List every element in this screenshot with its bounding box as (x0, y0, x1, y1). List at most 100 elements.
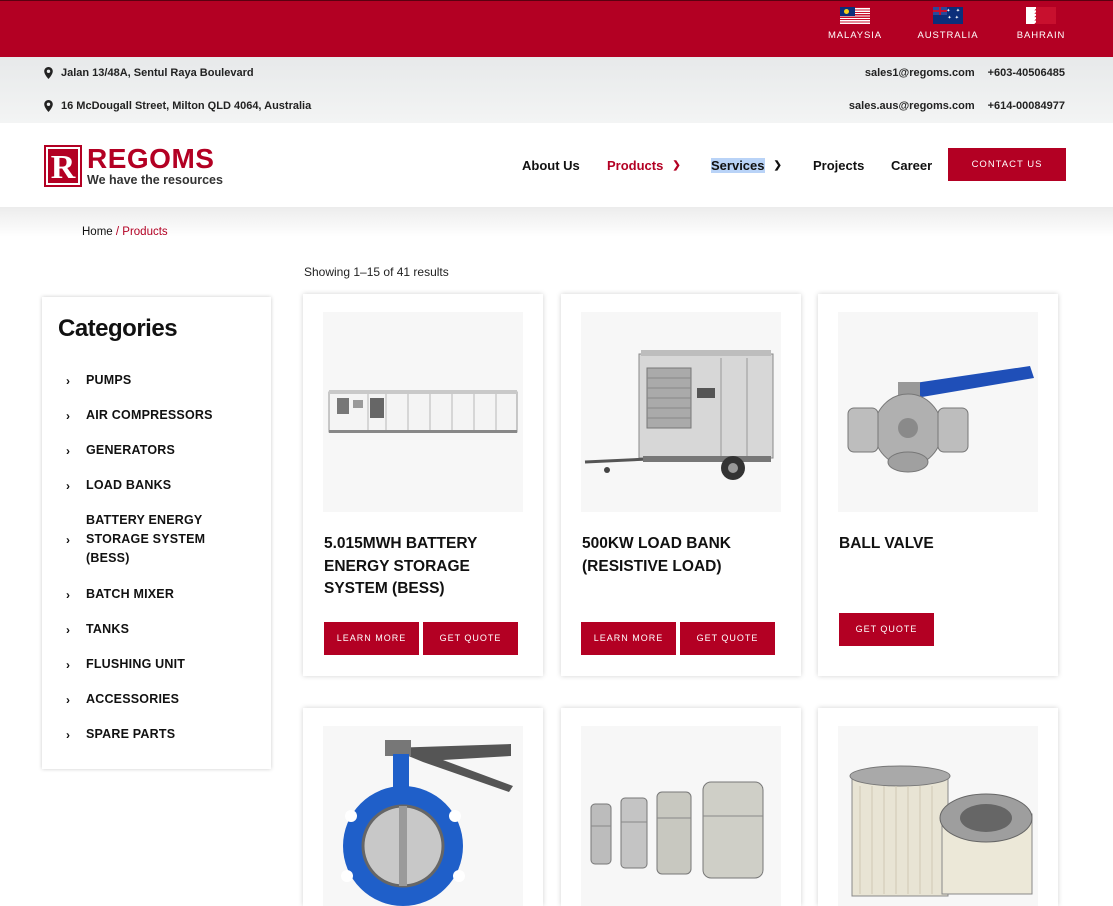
logo-tagline: We have the resources (87, 173, 223, 187)
logo-mark: R (44, 145, 82, 187)
site-header: R REGOMS We have the resources About Us … (0, 123, 1113, 207)
product-card: 500KW LOAD BANK (RESISTIVE LOAD) LEARN M… (561, 294, 801, 676)
map-pin-icon (44, 100, 53, 112)
category-bess[interactable]: › BATTERY ENERGY STORAGE SYSTEM (BESS) (66, 511, 221, 568)
category-accessories[interactable]: › ACCESSORIES (66, 690, 179, 709)
chevron-right-icon: › (66, 622, 71, 637)
breadcrumb-home[interactable]: Home (82, 226, 113, 238)
product-card: BALL VALVE GET QUOTE (818, 294, 1058, 676)
category-label: AIR COMPRESSORS (86, 408, 213, 422)
contact-row-australia: sales.aus@regoms.com +614-00084977 (849, 100, 1065, 112)
product-title[interactable]: 500KW LOAD BANK (RESISTIVE LOAD) (582, 533, 782, 578)
categories-sidebar: Categories › PUMPS › AIR COMPRESSORS › G… (42, 297, 271, 769)
email-link[interactable]: sales.aus@regoms.com (849, 100, 975, 112)
load-bank-trailer-image (584, 350, 774, 480)
product-image-load-bank[interactable] (581, 312, 781, 512)
category-air-compressors[interactable]: › AIR COMPRESSORS (66, 406, 213, 425)
chevron-right-icon: › (66, 408, 71, 423)
category-label: TANKS (86, 622, 130, 636)
email-link[interactable]: sales1@regoms.com (865, 67, 975, 79)
product-image-couplings[interactable] (581, 726, 781, 906)
contact-bar: Jalan 13/48A, Sentul Raya Boulevard 16 M… (0, 57, 1113, 123)
category-spare-parts[interactable]: › SPARE PARTS (66, 725, 175, 744)
chevron-down-icon: ❯ (773, 160, 782, 171)
get-quote-button[interactable]: GET QUOTE (680, 622, 775, 655)
product-image-butterfly-valve[interactable] (323, 726, 523, 906)
chevron-right-icon: › (66, 692, 71, 707)
bess-container-image (328, 390, 518, 433)
australia-flag-icon (933, 7, 963, 24)
nav-projects[interactable]: Projects (813, 158, 864, 173)
sidebar-title: Categories (58, 315, 178, 342)
category-load-banks[interactable]: › LOAD BANKS (66, 476, 171, 495)
nav-products[interactable]: Products ❯ (607, 158, 681, 173)
site-logo[interactable]: R REGOMS We have the resources (44, 145, 223, 187)
category-label: GENERATORS (86, 443, 176, 457)
country-label: AUSTRALIA (917, 30, 979, 41)
malaysia-flag-icon (840, 7, 870, 24)
phone-link[interactable]: +614-00084977 (988, 100, 1065, 112)
product-image-ball-valve[interactable] (838, 312, 1038, 512)
category-label: BATTERY ENERGY STORAGE SYSTEM (BESS) (86, 513, 206, 565)
get-quote-button[interactable]: GET QUOTE (423, 622, 518, 655)
nav-career[interactable]: Career (891, 158, 932, 173)
product-image-bess[interactable] (323, 312, 523, 512)
country-australia[interactable]: AUSTRALIA (908, 7, 988, 41)
product-card (818, 708, 1058, 906)
country-bahrain[interactable]: BAHRAIN (1001, 7, 1081, 41)
chevron-right-icon: › (66, 443, 71, 458)
butterfly-valve-image (341, 740, 513, 906)
nav-about[interactable]: About Us (522, 158, 580, 173)
nav-label: Services (711, 158, 765, 173)
category-label: FLUSHING UNIT (86, 657, 186, 671)
chevron-right-icon: › (66, 587, 71, 602)
nav-services[interactable]: Services ❯ (711, 158, 782, 173)
product-title[interactable]: BALL VALVE (839, 533, 1039, 556)
breadcrumb-separator: / (112, 226, 123, 238)
product-image-air-filters[interactable] (838, 726, 1038, 906)
address-text: Jalan 13/48A, Sentul Raya Boulevard (61, 67, 254, 79)
product-title[interactable]: 5.015MWH BATTERY ENERGY STORAGE SYSTEM (… (324, 533, 524, 601)
chevron-right-icon: › (66, 478, 71, 493)
category-tanks[interactable]: › TANKS (66, 620, 129, 639)
product-card (561, 708, 801, 906)
category-batch-mixer[interactable]: › BATCH MIXER (66, 585, 174, 604)
address-text: 16 McDougall Street, Milton QLD 4064, Au… (61, 100, 312, 112)
couplings-image (590, 781, 764, 879)
breadcrumb-current: Products (122, 226, 168, 238)
learn-more-button[interactable]: LEARN MORE (324, 622, 419, 655)
contact-row-malaysia: sales1@regoms.com +603-40506485 (865, 67, 1065, 79)
category-label: SPARE PARTS (86, 727, 176, 741)
result-count: Showing 1–15 of 41 results (304, 265, 449, 279)
chevron-right-icon: › (66, 657, 71, 672)
category-generators[interactable]: › GENERATORS (66, 441, 175, 460)
address-malaysia: Jalan 13/48A, Sentul Raya Boulevard (44, 67, 254, 79)
country-label: MALAYSIA (827, 30, 882, 41)
category-label: BATCH MIXER (86, 587, 175, 601)
category-label: LOAD BANKS (86, 478, 172, 492)
phone-link[interactable]: +603-40506485 (988, 67, 1065, 79)
country-label: BAHRAIN (1016, 30, 1066, 41)
category-label: PUMPS (86, 373, 132, 387)
chevron-right-icon: › (66, 532, 71, 547)
category-flushing-unit[interactable]: › FLUSHING UNIT (66, 655, 185, 674)
chevron-down-icon: ❯ (672, 160, 681, 171)
chevron-right-icon: › (66, 373, 71, 388)
contact-us-button[interactable]: CONTACT US (948, 148, 1066, 181)
country-malaysia[interactable]: MALAYSIA (815, 7, 895, 41)
category-label: ACCESSORIES (86, 692, 180, 706)
chevron-right-icon: › (66, 727, 71, 742)
map-pin-icon (44, 67, 53, 79)
product-card (303, 708, 543, 906)
nav-label: Products (607, 158, 664, 173)
learn-more-button[interactable]: LEARN MORE (581, 622, 676, 655)
category-pumps[interactable]: › PUMPS (66, 371, 131, 390)
get-quote-button[interactable]: GET QUOTE (839, 613, 934, 646)
bahrain-flag-icon (1026, 7, 1056, 24)
ball-valve-image (847, 366, 1034, 473)
logo-name: REGOMS (87, 143, 215, 174)
nav-label: Projects (813, 158, 865, 173)
nav-label: Career (891, 158, 933, 173)
country-bar: MALAYSIA AUSTRALIA BAHRAIN (0, 0, 1113, 57)
address-australia: 16 McDougall Street, Milton QLD 4064, Au… (44, 100, 311, 112)
